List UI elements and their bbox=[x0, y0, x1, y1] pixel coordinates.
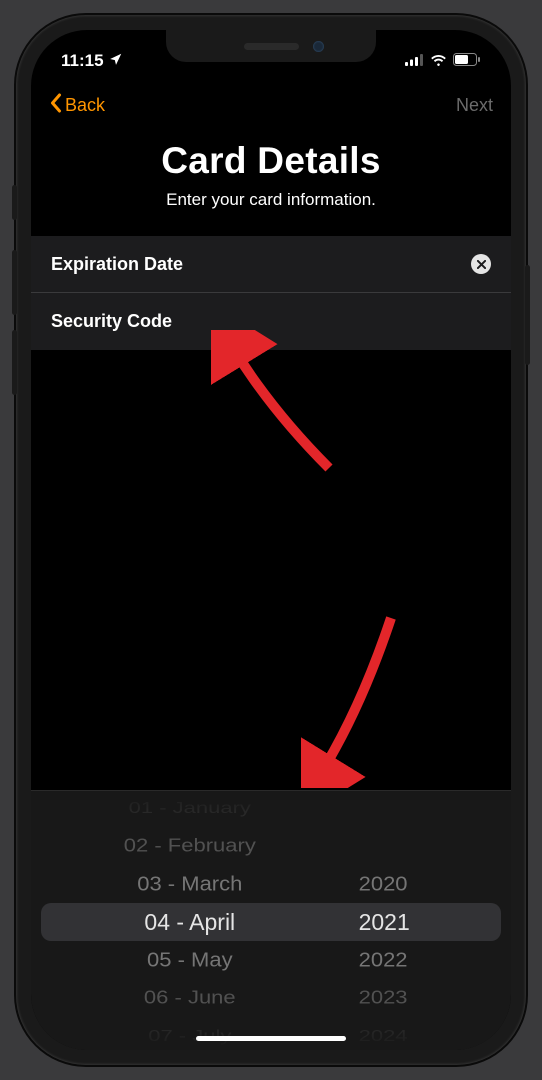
annotation-arrow-bottom bbox=[301, 608, 411, 788]
picker-item[interactable]: 03 - March bbox=[31, 867, 329, 902]
location-icon bbox=[109, 51, 123, 71]
security-code-row[interactable]: Security Code bbox=[31, 293, 511, 350]
annotation-arrow-top bbox=[211, 330, 341, 480]
volume-up-button bbox=[12, 250, 17, 315]
screen: 11:15 bbox=[31, 30, 511, 1050]
nav-bar: Back Next bbox=[31, 78, 511, 132]
speaker bbox=[244, 43, 299, 50]
wifi-icon bbox=[430, 51, 447, 71]
back-button[interactable]: Back bbox=[49, 93, 105, 118]
phone-frame: 11:15 bbox=[16, 15, 526, 1065]
picker-item[interactable]: 04 - April bbox=[31, 903, 329, 941]
picker-item[interactable]: 02 - February bbox=[31, 830, 329, 861]
picker-item[interactable]: 2021 bbox=[329, 903, 511, 941]
page-header: Card Details Enter your card information… bbox=[31, 132, 511, 236]
status-time: 11:15 bbox=[61, 51, 104, 71]
month-picker-column[interactable]: 01 - January 02 - February 03 - March04 - … bbox=[31, 791, 329, 1050]
picker-item[interactable]: 2022 bbox=[329, 943, 511, 978]
silent-switch bbox=[12, 185, 17, 220]
picker-item[interactable]: 06 - June bbox=[31, 982, 329, 1013]
battery-icon bbox=[453, 51, 481, 71]
picker-item[interactable]: 05 - May bbox=[31, 943, 329, 978]
picker-item[interactable]: 2024 bbox=[329, 1022, 511, 1050]
notch bbox=[166, 30, 376, 62]
year-picker-column[interactable]: 202020212022 2023 2024 bbox=[329, 791, 511, 1050]
back-label: Back bbox=[65, 95, 105, 116]
page-subtitle: Enter your card information. bbox=[51, 190, 491, 210]
picker-item[interactable]: 2023 bbox=[329, 982, 511, 1013]
page-title: Card Details bbox=[51, 140, 491, 182]
next-label: Next bbox=[456, 95, 493, 115]
front-camera bbox=[313, 41, 324, 52]
power-button bbox=[525, 265, 530, 365]
expiration-date-label: Expiration Date bbox=[51, 254, 183, 275]
picker-item[interactable]: 01 - January bbox=[31, 794, 329, 822]
next-button[interactable]: Next bbox=[456, 95, 493, 116]
close-icon bbox=[477, 257, 486, 272]
expiration-date-row[interactable]: Expiration Date bbox=[31, 236, 511, 293]
security-code-label: Security Code bbox=[51, 311, 172, 332]
volume-down-button bbox=[12, 330, 17, 395]
home-indicator[interactable] bbox=[196, 1036, 346, 1041]
chevron-left-icon bbox=[49, 93, 62, 118]
content-spacer bbox=[31, 350, 511, 790]
picker-item[interactable]: 2020 bbox=[329, 867, 511, 902]
cellular-icon bbox=[405, 51, 424, 71]
card-form: Expiration Date Security Code bbox=[31, 236, 511, 350]
clear-button[interactable] bbox=[471, 254, 491, 274]
date-picker[interactable]: 01 - January 02 - February 03 - March04 - … bbox=[31, 790, 511, 1050]
